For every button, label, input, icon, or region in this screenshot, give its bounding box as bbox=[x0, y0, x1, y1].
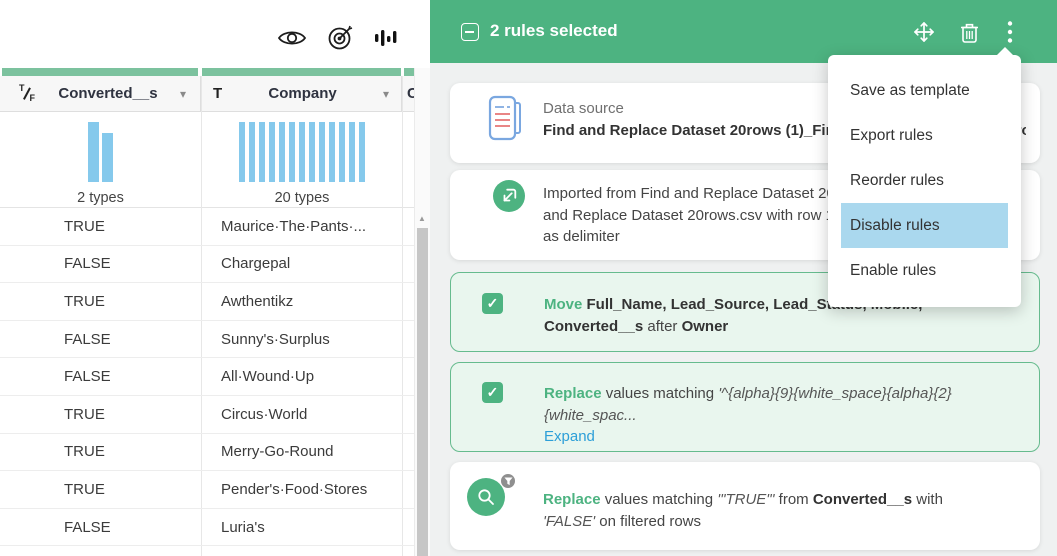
data-grid-panel: TF Converted__s ▾ T Company ▾ C 2 types … bbox=[0, 0, 430, 556]
scrollbar-thumb[interactable] bbox=[417, 228, 428, 556]
dataset-document-icon bbox=[488, 95, 522, 141]
rule-pattern-continued: {white_spac... bbox=[544, 407, 637, 424]
rule-middle-text: values matching bbox=[601, 491, 718, 508]
filter-badge-icon bbox=[500, 473, 516, 489]
delete-icon[interactable] bbox=[959, 21, 980, 49]
rule-suffix-text: on filtered rows bbox=[595, 513, 701, 530]
scroll-up-icon[interactable]: ▲ bbox=[418, 214, 426, 223]
column-name: Company bbox=[222, 85, 383, 102]
import-icon bbox=[493, 180, 525, 212]
cell-converted[interactable]: FALSE bbox=[0, 331, 201, 348]
rule-from-word: from bbox=[775, 491, 813, 508]
rule-connector-word: after bbox=[643, 318, 681, 335]
eye-icon[interactable] bbox=[277, 27, 307, 49]
rule-with-word: with bbox=[912, 491, 943, 508]
cell-company[interactable]: Chargepal bbox=[201, 255, 402, 272]
cell-company[interactable]: Luria's bbox=[201, 519, 402, 536]
table-row[interactable]: TRUEPender's·Food·Stores bbox=[0, 471, 414, 509]
table-body: TRUEMaurice·The·Pants·... FALSEChargepal… bbox=[0, 208, 414, 546]
rule-action: Replace bbox=[544, 385, 602, 402]
table-row[interactable]: TRUEAwthentikz bbox=[0, 283, 414, 321]
column-strip-converted bbox=[2, 68, 198, 76]
rule-column: Converted__s bbox=[544, 318, 643, 335]
cell-company[interactable]: Sunny's·Surplus bbox=[201, 331, 402, 348]
text-type-icon: T bbox=[213, 85, 222, 102]
rule-match-value: '"TRUE"' bbox=[717, 491, 774, 508]
table-row[interactable]: FALSELuria's bbox=[0, 509, 414, 547]
histogram-cell-company[interactable]: 20 types bbox=[202, 112, 402, 208]
rule-pattern: '^{alpha}{9}{white_space}{alpha}{2} bbox=[718, 385, 951, 402]
rules-selection-header: 2 rules selected bbox=[430, 0, 1057, 63]
column-menu-caret-icon[interactable]: ▾ bbox=[383, 87, 389, 101]
menu-item-disable-rules[interactable]: Disable rules bbox=[828, 203, 1021, 248]
boolean-type-icon: TF bbox=[19, 85, 36, 102]
rule-anchor-column: Owner bbox=[682, 318, 729, 335]
table-row[interactable]: FALSEChargepal bbox=[0, 246, 414, 284]
type-count-label: 2 types bbox=[0, 190, 201, 206]
cell-company[interactable]: Maurice·The·Pants·... bbox=[201, 218, 402, 235]
indeterminate-checkbox[interactable] bbox=[461, 23, 479, 41]
cell-company[interactable]: Merry-Go-Round bbox=[201, 443, 402, 460]
cell-converted[interactable]: TRUE bbox=[0, 481, 201, 498]
table-row[interactable]: FALSESunny's·Surplus bbox=[0, 321, 414, 359]
rule-column: Converted__s bbox=[813, 491, 912, 508]
histogram-icon[interactable] bbox=[374, 27, 398, 49]
more-options-menu: Save as template Export rules Reorder ru… bbox=[828, 55, 1021, 307]
rule-checkbox-checked[interactable]: ✓ bbox=[482, 382, 503, 403]
rule-checkbox-checked[interactable]: ✓ bbox=[482, 293, 503, 314]
column-menu-caret-icon[interactable]: ▾ bbox=[180, 87, 186, 101]
cell-converted[interactable]: FALSE bbox=[0, 255, 201, 272]
cell-company[interactable]: Circus·World bbox=[201, 406, 402, 423]
rule-replacement-value: 'FALSE' bbox=[543, 513, 595, 530]
table-row[interactable]: TRUECircus·World bbox=[0, 396, 414, 434]
column-header-company[interactable]: T Company ▾ bbox=[202, 76, 402, 112]
cell-converted[interactable]: FALSE bbox=[0, 519, 201, 536]
column-strip-next bbox=[404, 68, 414, 76]
table-row[interactable]: FALSEAll·Wound·Up bbox=[0, 358, 414, 396]
cell-company[interactable]: All·Wound·Up bbox=[201, 368, 402, 385]
cell-company[interactable]: Pender's·Food·Stores bbox=[201, 481, 402, 498]
rule-middle-text: values matching bbox=[602, 385, 719, 402]
expand-link[interactable]: Expand bbox=[544, 428, 595, 445]
selection-count-label: 2 rules selected bbox=[490, 21, 618, 41]
more-options-icon[interactable] bbox=[1003, 20, 1017, 49]
histogram-bars bbox=[0, 122, 201, 182]
cell-converted[interactable]: TRUE bbox=[0, 406, 201, 423]
histogram-bars bbox=[202, 122, 402, 182]
column-header-converted[interactable]: TF Converted__s ▾ bbox=[0, 76, 201, 112]
rule-action: Move bbox=[544, 296, 582, 313]
column-strip-company bbox=[202, 68, 401, 76]
replace-filtered-rule-card[interactable]: Replace values matching '"TRUE"' from Co… bbox=[450, 462, 1040, 550]
grid-toolbar bbox=[277, 24, 398, 51]
find-replace-icon bbox=[467, 478, 505, 516]
vertical-scrollbar[interactable]: ▲ bbox=[414, 68, 430, 556]
table-row[interactable]: TRUEMerry-Go-Round bbox=[0, 434, 414, 472]
move-icon[interactable] bbox=[912, 20, 936, 49]
replace-pattern-rule-card[interactable]: ✓ Replace values matching '^{alpha}{9}{w… bbox=[450, 362, 1040, 452]
table-row[interactable]: TRUEMaurice·The·Pants·... bbox=[0, 208, 414, 246]
cell-converted[interactable]: TRUE bbox=[0, 443, 201, 460]
cell-company[interactable]: Awthentikz bbox=[201, 293, 402, 310]
cell-converted[interactable]: FALSE bbox=[0, 368, 201, 385]
menu-item-export-rules[interactable]: Export rules bbox=[828, 114, 1021, 159]
type-count-label: 20 types bbox=[202, 190, 402, 206]
menu-item-enable-rules[interactable]: Enable rules bbox=[828, 248, 1021, 293]
target-icon[interactable] bbox=[327, 24, 354, 51]
cell-converted[interactable]: TRUE bbox=[0, 293, 201, 310]
cell-converted[interactable]: TRUE bbox=[0, 218, 201, 235]
menu-item-save-as-template[interactable]: Save as template bbox=[828, 69, 1021, 114]
rules-panel: 2 rules selected bbox=[430, 0, 1057, 556]
rule-action: Replace bbox=[543, 491, 601, 508]
histogram-cell-converted[interactable]: 2 types bbox=[0, 112, 201, 208]
menu-item-reorder-rules[interactable]: Reorder rules bbox=[828, 159, 1021, 204]
column-name: Converted__s bbox=[36, 85, 180, 102]
